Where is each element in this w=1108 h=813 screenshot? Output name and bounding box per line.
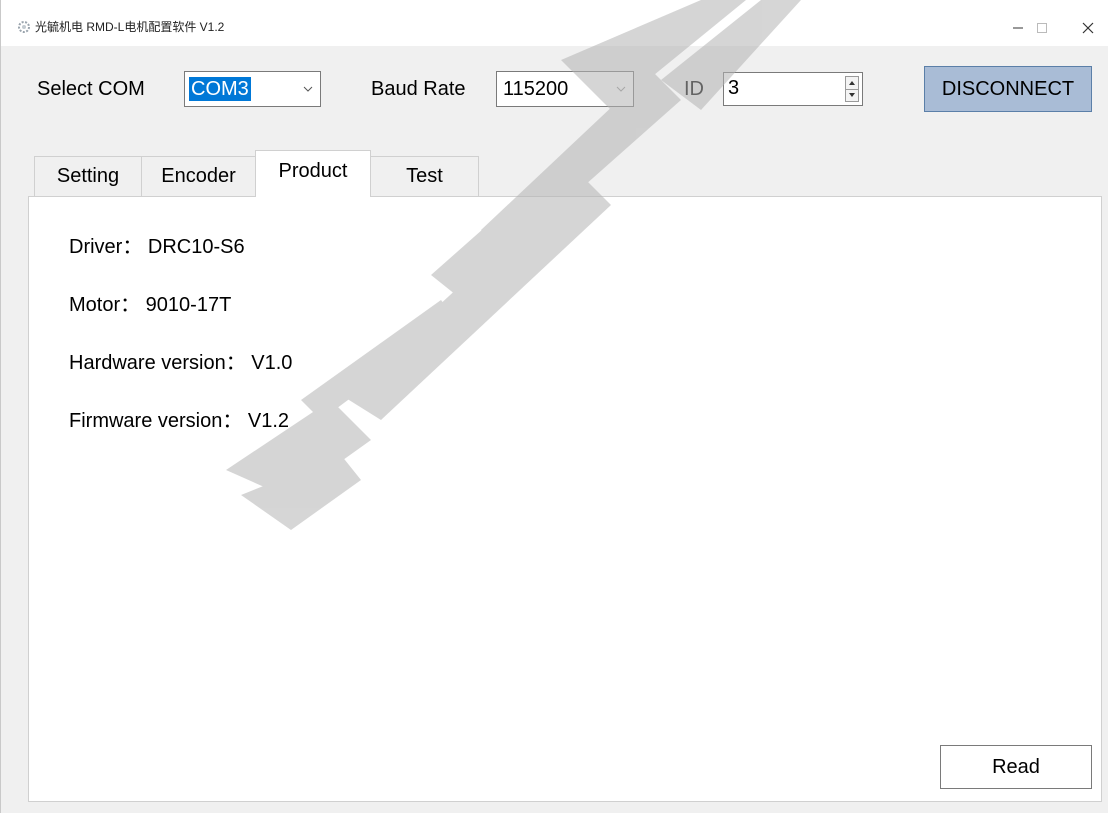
select-com-label: Select COM [37, 78, 145, 100]
caret-down-icon [849, 93, 855, 97]
maximize-button[interactable] [1027, 14, 1057, 42]
driver-info: Driver： DRC10-S6 [69, 236, 245, 258]
close-icon [1082, 22, 1094, 34]
app-window: 光毓机电 RMD-L电机配置软件 V1.2 Select COM COM3 Ba… [0, 0, 1108, 813]
tab-encoder[interactable]: Encoder [141, 156, 256, 196]
motor-info: Motor： 9010-17T [69, 294, 232, 316]
app-gear-icon [18, 21, 30, 33]
id-spin-arrows[interactable] [845, 76, 859, 102]
baud-rate-value: 115200 [503, 78, 569, 100]
minimize-icon [1013, 27, 1023, 29]
read-button[interactable]: Read [940, 745, 1092, 789]
com-port-select[interactable]: COM3 [184, 71, 321, 107]
id-spinbox[interactable]: 3 [723, 72, 863, 106]
spin-down-button[interactable] [846, 89, 858, 101]
disconnect-button[interactable]: DISCONNECT [924, 66, 1092, 112]
window-title: 光毓机电 RMD-L电机配置软件 V1.2 [35, 20, 225, 34]
chevron-down-icon [303, 86, 313, 92]
com-port-value: COM3 [189, 77, 251, 101]
hardware-version-info: Hardware version： V1.0 [69, 352, 293, 374]
id-value: 3 [728, 77, 740, 99]
firmware-version-info: Firmware version： V1.2 [69, 410, 290, 432]
tab-product[interactable]: Product [255, 150, 371, 197]
close-button[interactable] [1073, 14, 1103, 42]
title-bar[interactable]: 光毓机电 RMD-L电机配置软件 V1.2 [1, 0, 1108, 46]
caret-up-icon [849, 81, 855, 85]
tab-setting[interactable]: Setting [34, 156, 142, 196]
maximize-icon [1037, 23, 1047, 33]
baud-rate-label: Baud Rate [371, 78, 466, 100]
chevron-down-icon [616, 86, 626, 92]
product-panel: Driver： DRC10-S6 Motor： 9010-17T Hardwar… [28, 196, 1102, 802]
tab-test[interactable]: Test [370, 156, 479, 196]
baud-rate-select[interactable]: 115200 [496, 71, 634, 107]
id-label: ID [684, 78, 704, 100]
